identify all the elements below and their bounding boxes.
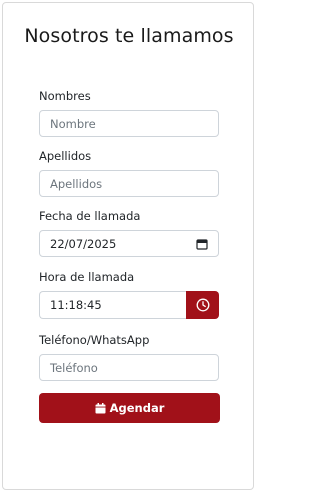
callback-form-card: Nosotros te llamamos Nombres Nombre Apel… <box>2 2 254 490</box>
apellidos-label: Apellidos <box>39 149 92 163</box>
clock-icon <box>196 298 209 312</box>
form-title: Nosotros te llamamos <box>24 25 234 47</box>
telefono-placeholder: Teléfono <box>50 360 98 375</box>
telefono-label: Teléfono/WhatsApp <box>39 333 150 347</box>
fecha-label: Fecha de llamada <box>39 209 141 223</box>
fecha-input[interactable]: 22/07/2025 <box>39 230 219 257</box>
hora-input[interactable]: 11:18:45 <box>39 291 186 319</box>
telefono-input[interactable]: Teléfono <box>39 354 219 381</box>
time-picker-button[interactable] <box>186 291 219 319</box>
agendar-button[interactable]: Agendar <box>39 393 220 423</box>
nombres-label: Nombres <box>39 89 91 103</box>
agendar-label: Agendar <box>109 401 165 415</box>
fecha-value: 22/07/2025 <box>50 236 117 251</box>
apellidos-input[interactable]: Apellidos <box>39 170 219 197</box>
hora-label: Hora de llamada <box>39 270 135 284</box>
calendar-icon[interactable] <box>196 238 208 250</box>
apellidos-placeholder: Apellidos <box>50 176 103 191</box>
hora-input-group: 11:18:45 <box>39 291 219 319</box>
nombres-placeholder: Nombre <box>50 116 96 131</box>
calendar-icon <box>95 402 106 413</box>
hora-value: 11:18:45 <box>50 298 102 312</box>
nombres-input[interactable]: Nombre <box>39 110 219 137</box>
